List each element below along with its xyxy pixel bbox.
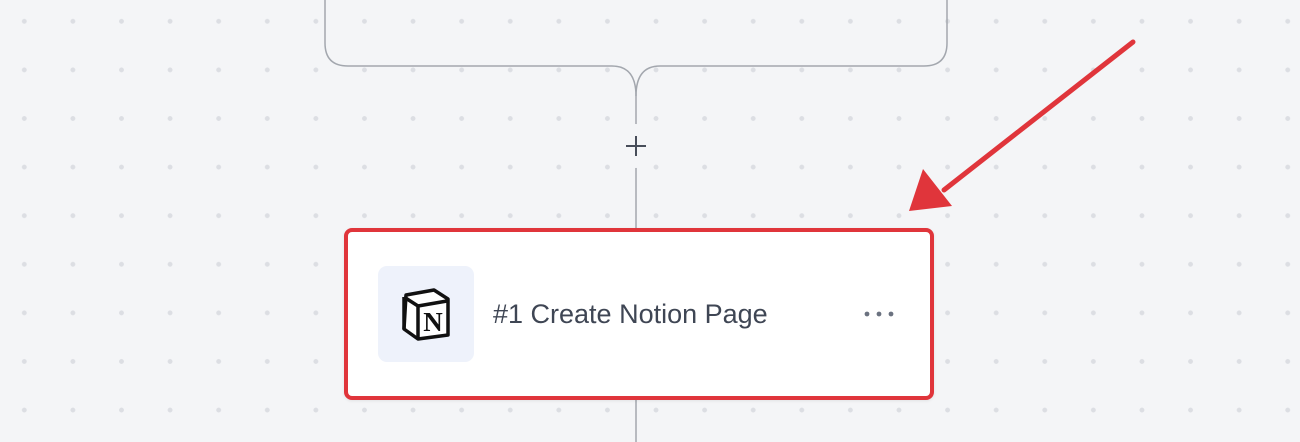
step-card-create-notion-page[interactable]: N #1 Create Notion Page bbox=[344, 228, 934, 400]
workflow-canvas[interactable]: N #1 Create Notion Page bbox=[0, 0, 1300, 442]
branch-connector bbox=[324, 0, 637, 126]
notion-app-icon-tile: N bbox=[378, 266, 474, 362]
notion-logo-icon: N bbox=[402, 288, 450, 341]
branch-connector bbox=[635, 0, 948, 97]
more-horizontal-icon bbox=[864, 311, 894, 317]
step-more-options-button[interactable] bbox=[858, 296, 900, 332]
plus-icon bbox=[626, 136, 646, 156]
notion-logo-letter: N bbox=[423, 307, 443, 337]
add-step-button[interactable] bbox=[614, 124, 658, 168]
step-title: #1 Create Notion Page bbox=[493, 299, 768, 329]
